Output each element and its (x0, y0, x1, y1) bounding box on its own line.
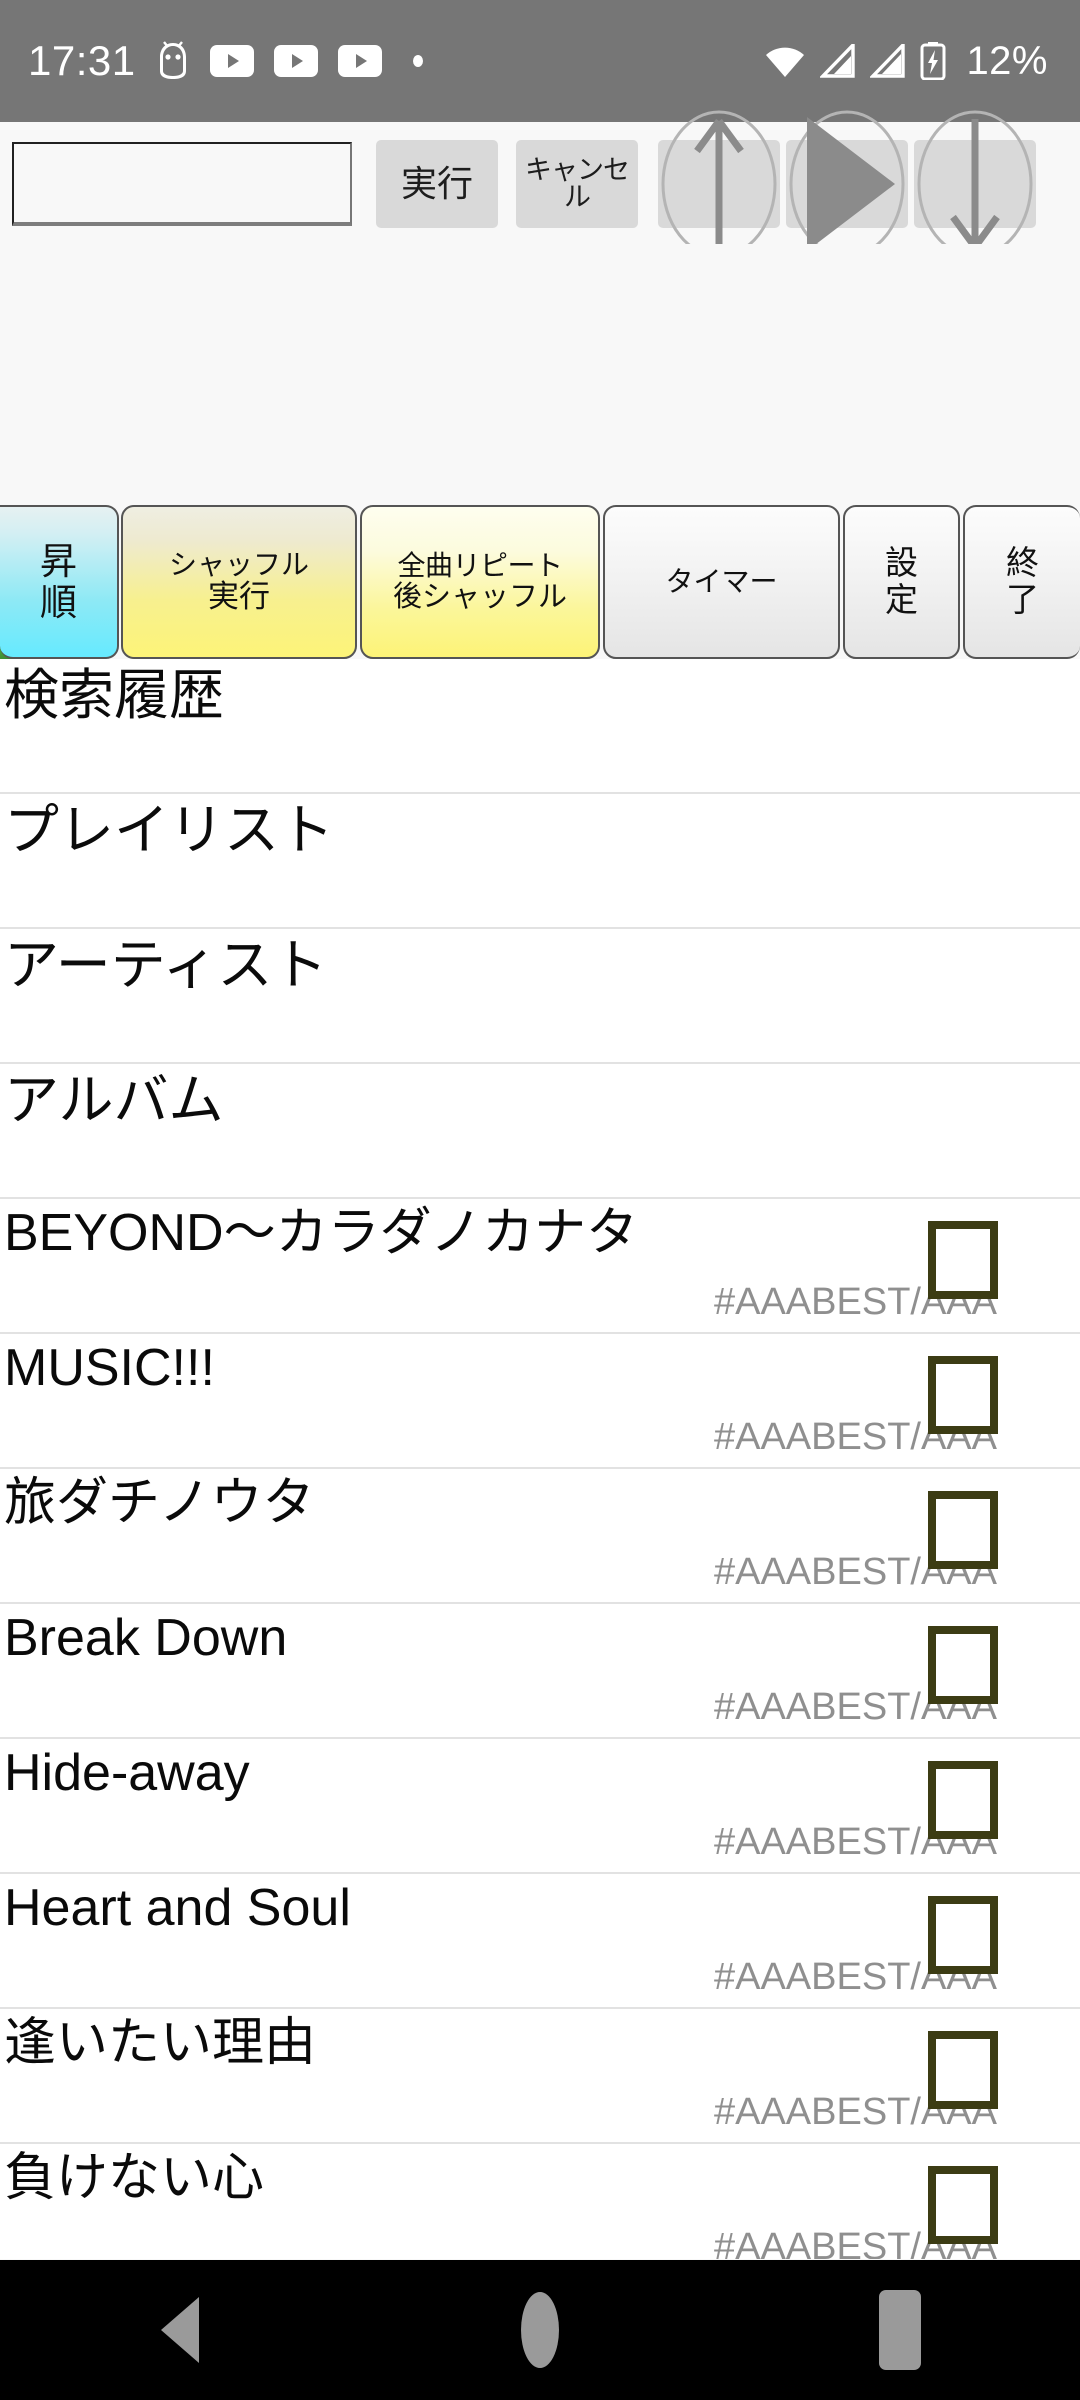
song-checkbox[interactable] (928, 1626, 998, 1704)
home-circle-icon (521, 2292, 559, 2368)
sort-ascending-button[interactable]: 昇 順 (0, 505, 119, 659)
list-item[interactable]: Break Down #AAABEST/AAA (0, 1604, 1080, 1739)
song-checkbox[interactable] (928, 1761, 998, 1839)
settings-button[interactable]: 設 定 (843, 505, 960, 659)
song-title: Break Down (4, 1609, 288, 1667)
sidebar-item-artist[interactable]: アーティスト (0, 929, 1080, 1064)
song-title: MUSIC!!! (4, 1339, 215, 1397)
song-checkbox[interactable] (928, 1896, 998, 1974)
settings-line1: 設 (885, 544, 918, 582)
youtube-icon (337, 45, 382, 77)
sidebar-item-album[interactable]: アルバム (0, 1064, 1080, 1199)
signal-icon (820, 44, 856, 78)
sort-ascending-line2: 順 (40, 582, 77, 623)
timer-button[interactable]: タイマー (603, 505, 840, 659)
song-title: 旅ダチノウタ (4, 1474, 315, 1532)
shuffle-execute-button[interactable]: シャッフル 実行 (121, 505, 357, 659)
action-button-bar: 昇 順 シャッフル 実行 全曲リピート 後シャッフル タイマー 設 定 終 了 (0, 505, 1080, 659)
nav-recents-button[interactable] (810, 2260, 990, 2400)
battery-charging-icon (920, 42, 946, 80)
sort-ascending-line1: 昇 (40, 540, 77, 582)
song-checkbox[interactable] (928, 1221, 998, 1299)
status-clock: 17:31 (28, 37, 136, 84)
list-item[interactable]: Heart and Soul #AAABEST/AAA (0, 1874, 1080, 2009)
android-debug-icon (156, 41, 190, 81)
list-item-label: アルバム (4, 1069, 224, 1131)
song-checkbox[interactable] (928, 1491, 998, 1569)
song-title: Heart and Soul (4, 1879, 351, 1937)
scroll-down-button[interactable] (914, 110, 1036, 258)
arrow-down-icon (915, 109, 1035, 259)
android-navigation-bar (0, 2260, 1080, 2400)
repeat-all-then-shuffle-button[interactable]: 全曲リピート 後シャッフル (360, 505, 600, 659)
list-item[interactable]: MUSIC!!! #AAABEST/AAA (0, 1334, 1080, 1469)
play-icon (787, 109, 907, 259)
list-item[interactable]: 旅ダチノウタ #AAABEST/AAA (0, 1469, 1080, 1604)
song-title: BEYOND〜カラダノカナタ (4, 1204, 639, 1262)
list-item[interactable]: 逢いたい理由 #AAABEST/AAA (0, 2009, 1080, 2144)
status-bar: 17:31 12% (0, 0, 1080, 122)
execute-button[interactable]: 実行 (376, 140, 498, 228)
youtube-icon (209, 45, 254, 77)
recents-square-icon (879, 2290, 921, 2370)
song-title: Hide-away (4, 1744, 250, 1802)
list-item[interactable]: 負けない心 #AAABEST/AAA (0, 2144, 1080, 2259)
content-list[interactable]: 検索履歴 プレイリスト アーティスト アルバム BEYOND〜カラダノカナタ #… (0, 659, 1080, 2259)
signal-icon (870, 44, 906, 78)
toolbar: 実行 キャンセル (0, 110, 1080, 258)
app-screen: 17:31 12% 実行 キャンセル 昇 順 シャッフル 実行 全曲リピート 後… (0, 0, 1080, 2400)
status-bar-right: 12% (764, 39, 1048, 84)
sidebar-item-playlist[interactable]: プレイリスト (0, 794, 1080, 929)
arrow-up-icon (659, 109, 779, 259)
song-checkbox[interactable] (928, 1356, 998, 1434)
list-item-label: 検索履歴 (4, 664, 225, 726)
search-input[interactable] (12, 142, 352, 226)
settings-line2: 定 (885, 581, 918, 618)
nav-home-button[interactable] (450, 2260, 630, 2400)
exit-button[interactable]: 終 了 (963, 505, 1080, 659)
list-item[interactable]: BEYOND〜カラダノカナタ #AAABEST/AAA (0, 1199, 1080, 1334)
list-item[interactable]: Hide-away #AAABEST/AAA (0, 1739, 1080, 1874)
sidebar-item-search-history[interactable]: 検索履歴 (0, 659, 1080, 794)
song-title: 負けない心 (4, 2149, 265, 2207)
scroll-up-button[interactable] (658, 110, 780, 258)
shuffle-execute-line2: 実行 (208, 579, 270, 615)
back-triangle-icon (161, 2297, 199, 2363)
repeat-all-line1: 全曲リピート (397, 550, 563, 582)
timer-label: タイマー (665, 566, 778, 598)
youtube-icon (273, 45, 318, 77)
list-item-label: アーティスト (4, 934, 328, 996)
song-title: 逢いたい理由 (4, 2014, 317, 2072)
nav-back-button[interactable] (90, 2260, 270, 2400)
wifi-icon (764, 44, 806, 78)
cancel-button[interactable]: キャンセル (516, 140, 638, 228)
song-checkbox[interactable] (928, 2031, 998, 2109)
battery-percentage: 12% (966, 38, 1048, 83)
song-checkbox[interactable] (928, 2166, 998, 2244)
status-bar-left: 17:31 (28, 37, 764, 85)
exit-line1: 終 (1006, 544, 1039, 582)
dot-icon (412, 54, 424, 68)
list-item-label: プレイリスト (4, 799, 335, 861)
exit-line2: 了 (1006, 581, 1039, 618)
player-area (0, 244, 1080, 747)
toolbar-play-button[interactable] (786, 110, 908, 258)
shuffle-execute-line1: シャッフル (168, 548, 309, 580)
repeat-all-line2: 後シャッフル (392, 581, 567, 614)
